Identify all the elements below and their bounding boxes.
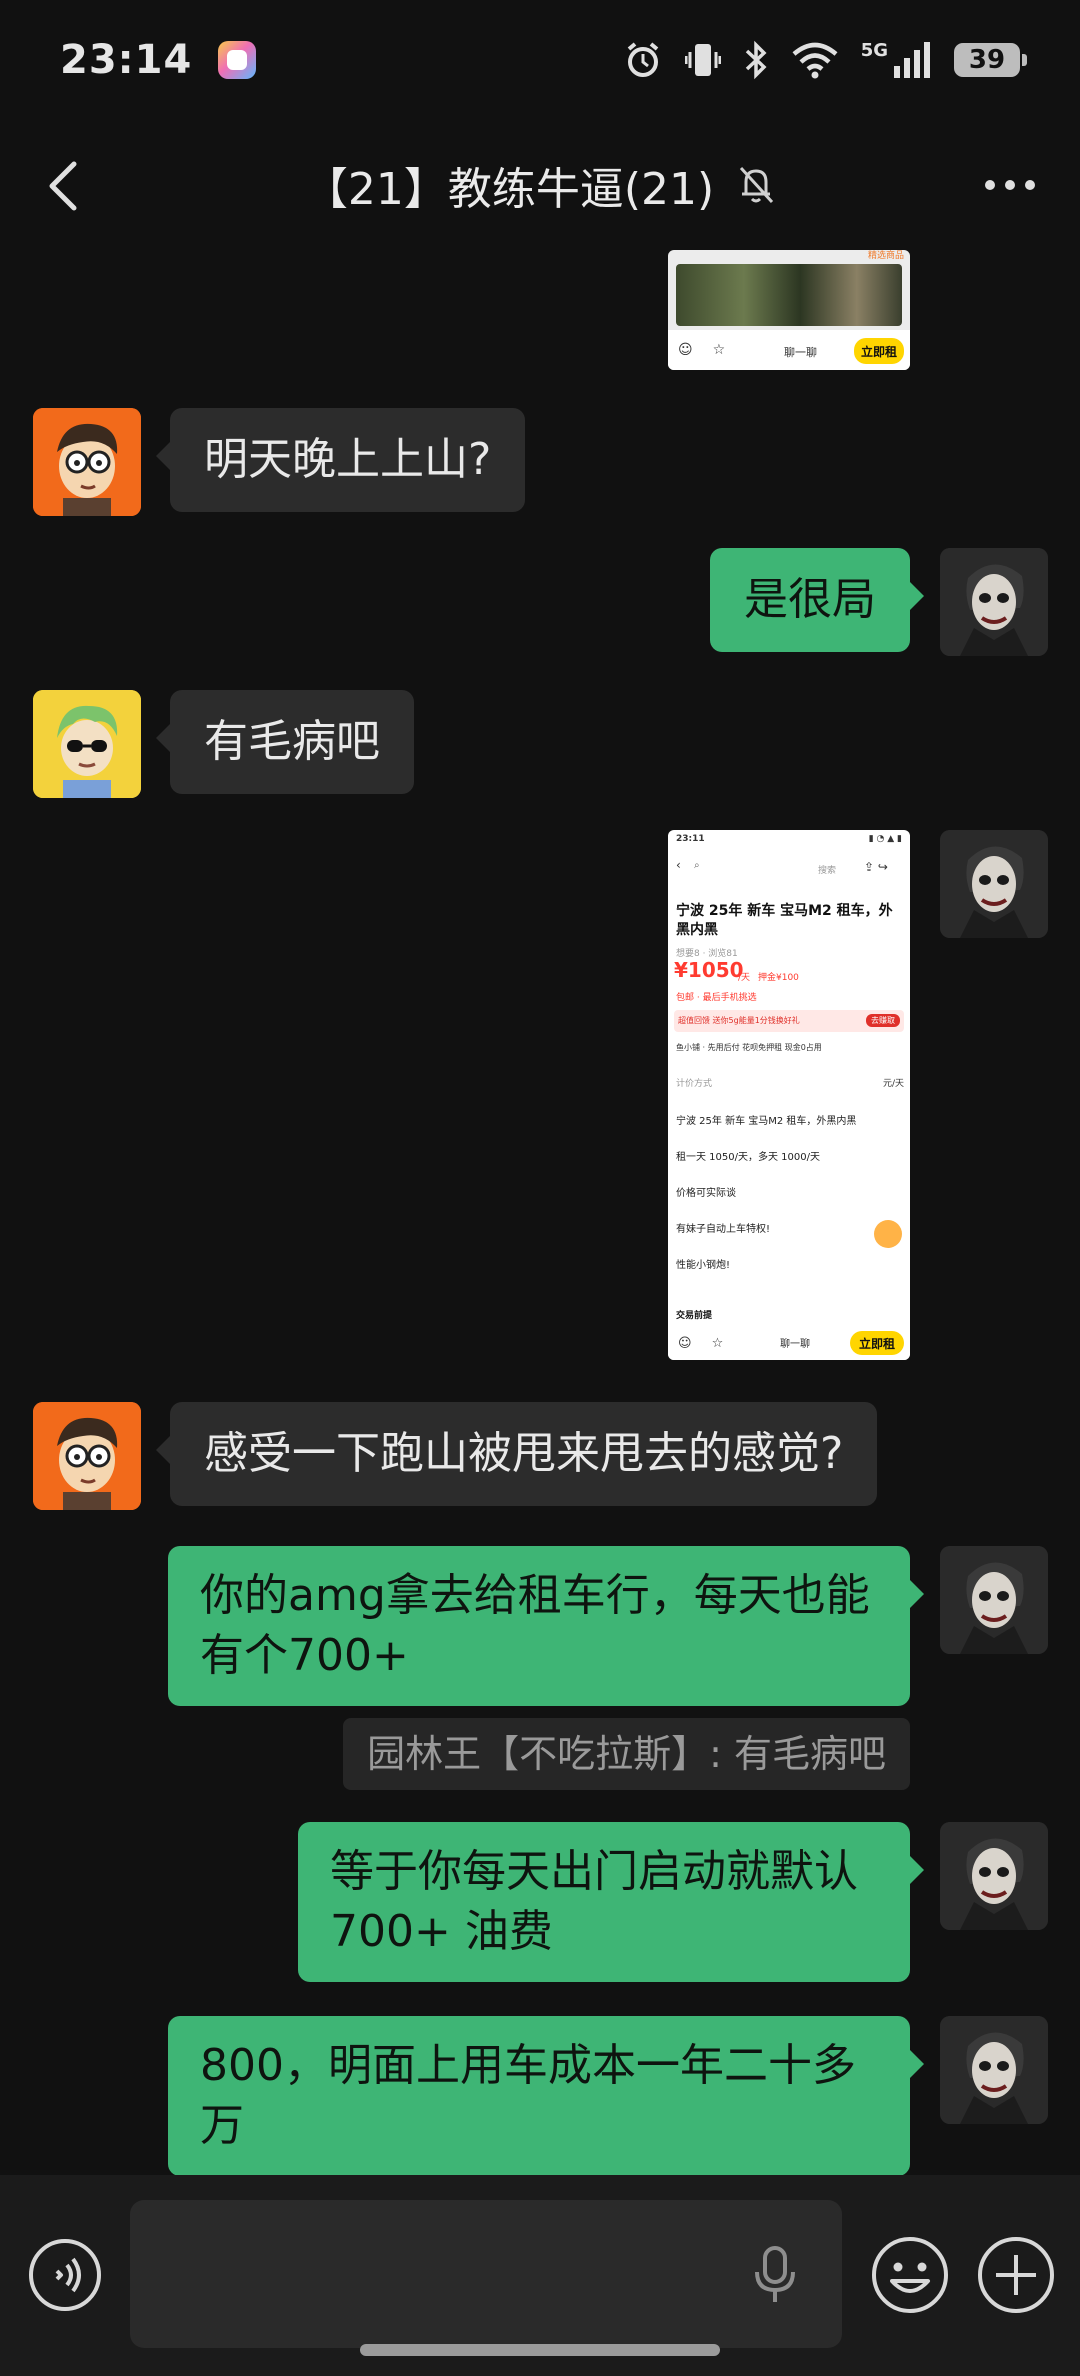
message-list[interactable]: 精选商品 ☺ ☆ 聊一聊 立即租 明天晚上上山? 是很局 有毛病吧 23:11 … xyxy=(0,250,1080,2175)
microphone-icon[interactable] xyxy=(750,2244,800,2306)
battery-icon: 39 xyxy=(954,43,1027,77)
screenshot-pricing-label: 计价方式 xyxy=(676,1079,713,1089)
signal-icon xyxy=(894,42,930,78)
shared-image-message[interactable]: 精选商品 ☺ ☆ 聊一聊 立即租 xyxy=(668,250,910,370)
avatar[interactable] xyxy=(940,1822,1048,1930)
chat-title[interactable]: 【21】教练牛逼(21) xyxy=(304,153,714,217)
avatar[interactable] xyxy=(940,548,1048,656)
avatar[interactable] xyxy=(33,408,141,516)
joker-avatar xyxy=(940,548,1048,656)
message-bubble[interactable]: 感受一下跑山被甩来甩去的感觉? xyxy=(155,1402,878,1506)
screenshot-promo-button: 去赚取 xyxy=(866,1014,900,1027)
emoji-icon[interactable] xyxy=(870,2235,950,2315)
wifi-icon xyxy=(792,42,838,79)
screenshot-rent-button: 立即租 xyxy=(850,1331,904,1355)
shared-image-message[interactable]: 23:11 ▮ ◔ ▲ ▮ ‹ ⌕ 搜索 ⇪ ↪ 宁波 25年 新车 宝马M2 … xyxy=(668,830,910,1360)
star-icon: ☆ xyxy=(711,1335,724,1351)
message-text: 万 xyxy=(200,2100,244,2151)
screenshot-tags: 包邮 · 最后手机挑选 xyxy=(676,993,757,1003)
screenshot-line: 租一天 1050/天，多天 1000/天 xyxy=(676,1152,820,1163)
message-text: 是很局 xyxy=(744,574,876,625)
message-bubble[interactable]: 明天晚上上山? xyxy=(155,408,526,512)
joker-avatar xyxy=(940,2016,1048,2124)
home-indicator[interactable] xyxy=(360,2344,720,2356)
message-text: 有个700+ xyxy=(200,1630,409,1681)
screenshot-promo-banner: 超值回馈 送你5g能量1分钱换好礼 去赚取 xyxy=(674,1010,904,1032)
app-notification-icon xyxy=(218,41,257,79)
bluetooth-icon xyxy=(745,40,767,80)
alarm-icon xyxy=(627,42,658,77)
status-time: 23:14 xyxy=(60,37,193,83)
message-text: 有毛病吧 xyxy=(204,716,380,767)
boy-glasses-avatar xyxy=(33,408,141,516)
chat-header: 【21】教练牛逼(21) xyxy=(0,120,1080,250)
screenshot-search: 搜索 xyxy=(818,866,837,876)
message-bubble[interactable]: 等于你每天出门启动就默认 700+ 油费 xyxy=(298,1822,924,1982)
message-text: 你的amg拿去给租车行，每天也能 xyxy=(200,1570,870,1621)
vibrate-icon xyxy=(684,44,721,76)
network-type-label: 5G xyxy=(860,39,888,61)
avatar[interactable] xyxy=(33,690,141,798)
green-hair-avatar xyxy=(33,690,141,798)
comment-icon: ☺ xyxy=(678,1335,692,1351)
photo-thumbnail xyxy=(676,264,902,326)
message-text: 等于你每天出门启动就默认 xyxy=(330,1846,858,1897)
screenshot-deposit: 押金¥100 xyxy=(758,973,799,983)
screenshot-share-icon: ⇪ ↪ xyxy=(864,860,888,874)
image-chat-label: 聊一聊 xyxy=(784,346,817,359)
screenshot-title: 宁波 25年 新车 宝马M2 租车，外黑内黑 xyxy=(676,903,893,938)
screenshot-service: 鱼小铺 · 先用后付 花呗免押租 现金0占用 xyxy=(676,1043,822,1052)
message-bubble[interactable]: 800，明面上用车成本一年二十多 万 xyxy=(168,2016,924,2175)
joker-avatar xyxy=(940,1822,1048,1930)
joker-avatar xyxy=(940,1546,1048,1654)
screenshot-pricing-unit: 元/天 xyxy=(882,1079,904,1089)
image-badge-text: 精选商品 xyxy=(867,251,904,261)
screenshot-price: ¥1050 xyxy=(674,958,744,982)
message-input[interactable] xyxy=(130,2200,842,2348)
message-bubble[interactable]: 有毛病吧 xyxy=(156,690,414,794)
screenshot-price-unit: /天 xyxy=(738,973,751,983)
more-dots-icon[interactable] xyxy=(982,170,1038,200)
avatar[interactable] xyxy=(940,830,1048,938)
status-bar: 23:14 5G 39 xyxy=(0,0,1080,120)
avatar[interactable] xyxy=(940,1546,1048,1654)
joker-avatar xyxy=(940,830,1048,938)
screenshot-chat-label: 聊一聊 xyxy=(780,1339,810,1350)
boy-glasses-avatar xyxy=(33,1402,141,1510)
voice-toggle-icon[interactable] xyxy=(27,2237,103,2313)
screenshot-status-icons: ▮ ◔ ▲ ▮ xyxy=(868,834,902,844)
quote-text: 园林王【不吃拉斯】: 有毛病吧 xyxy=(367,1732,886,1776)
mascot-icon xyxy=(874,1220,902,1248)
message-text: 700+ 油费 xyxy=(330,1906,553,1957)
avatar[interactable] xyxy=(940,2016,1048,2124)
screenshot-line: 宁波 25年 新车 宝马M2 租车，外黑内黑 xyxy=(676,1116,857,1127)
screenshot-search-icon: ⌕ xyxy=(694,860,700,871)
screenshot-promo: 超值回馈 送你5g能量1分钱换好礼 xyxy=(678,1016,800,1025)
message-text: 明天晚上上山? xyxy=(204,434,492,485)
star-icon: ☆ xyxy=(712,342,726,358)
screenshot-line: 有妹子自动上车特权! xyxy=(676,1224,771,1235)
plus-icon[interactable] xyxy=(976,2235,1056,2315)
avatar[interactable] xyxy=(33,1402,141,1510)
screenshot-footer: 交易前提 xyxy=(676,1311,713,1321)
screenshot-back-icon: ‹ xyxy=(676,858,681,872)
message-text: 800，明面上用车成本一年二十多 xyxy=(200,2040,856,2091)
message-bubble[interactable]: 是很局 xyxy=(710,548,924,652)
quoted-reply[interactable]: 园林王【不吃拉斯】: 有毛病吧 xyxy=(343,1718,910,1790)
screenshot-line: 性能小钢炮! xyxy=(676,1260,731,1271)
bell-off-icon xyxy=(740,166,774,204)
screenshot-time: 23:11 xyxy=(676,834,705,844)
image-rent-button: 立即租 xyxy=(854,338,904,364)
chat-screen: 23:14 5G 39 【21】教练牛逼(21) 精选商品 ☺ ☆ 聊一聊 立即… xyxy=(0,0,1080,2376)
screenshot-line: 价格可实际谈 xyxy=(676,1188,736,1199)
comment-icon: ☺ xyxy=(678,342,693,358)
message-text: 感受一下跑山被甩来甩去的感觉? xyxy=(204,1428,844,1479)
message-bubble[interactable]: 你的amg拿去给租车行，每天也能 有个700+ xyxy=(168,1546,924,1706)
chevron-left-icon[interactable] xyxy=(40,158,90,214)
